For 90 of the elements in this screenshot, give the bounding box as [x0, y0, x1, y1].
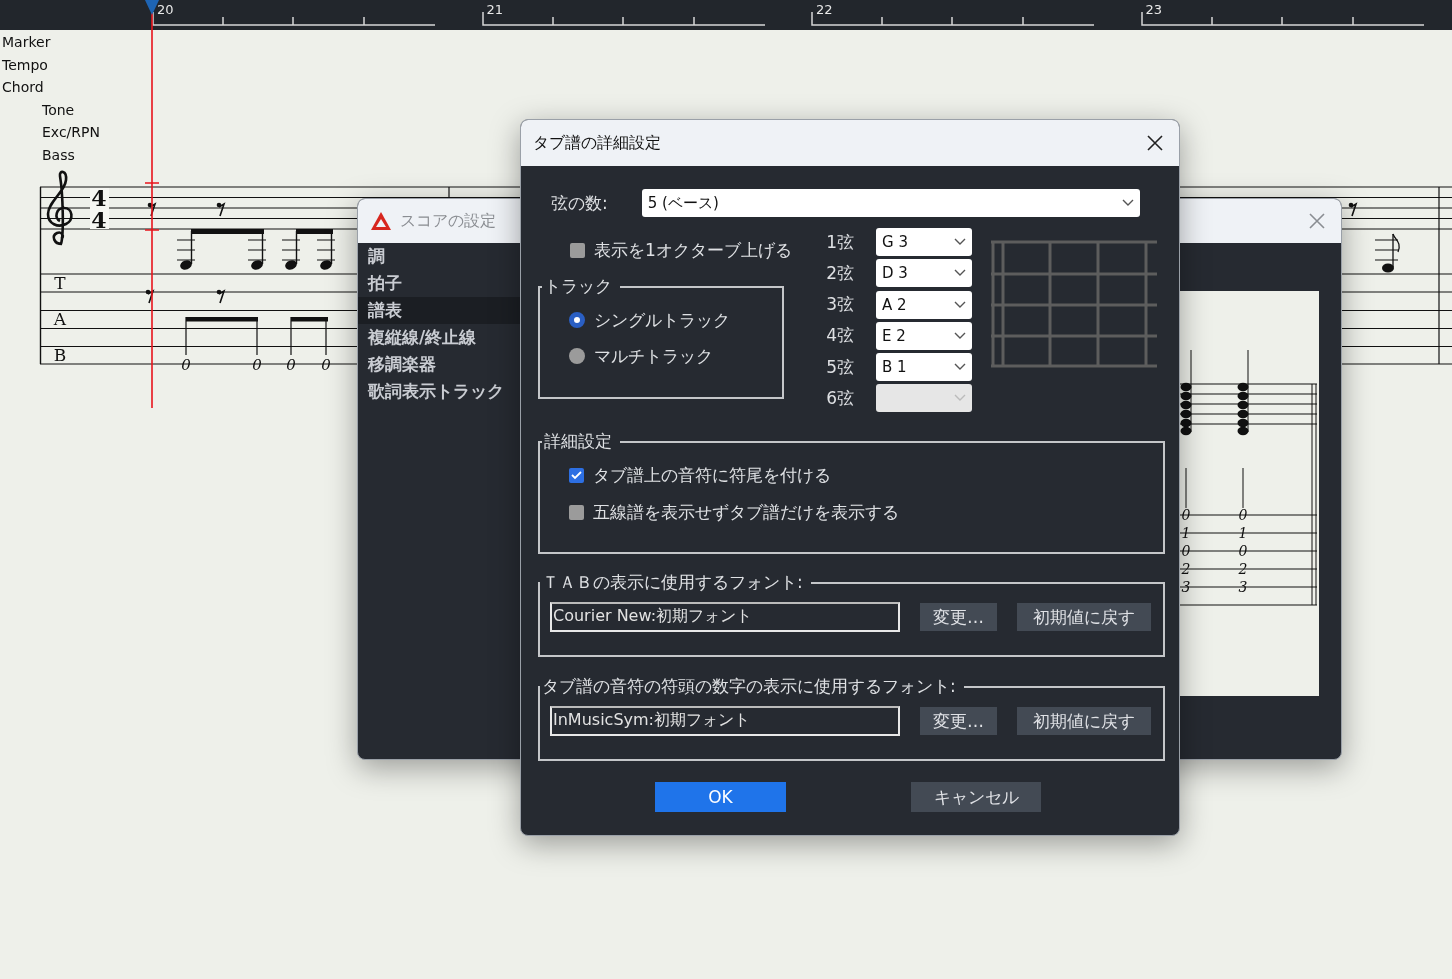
tuning-select[interactable]: B 1	[876, 353, 972, 382]
sidebar-item[interactable]: 拍子	[358, 270, 521, 297]
checkbox-label: 五線譜を表示せずタブ譜だけを表示する	[593, 501, 899, 525]
reset-button[interactable]: 初期値に戻す	[1017, 603, 1151, 632]
sidebar-item[interactable]: 歌詞表示トラック	[358, 378, 521, 405]
tab-number: 0	[1181, 507, 1191, 523]
chevron-down-icon	[954, 238, 966, 246]
group-legend: タブ譜の音符の符頭の数字の表示に使用するフォント:	[540, 675, 964, 699]
sidebar-item[interactable]: 複縦線/終止線	[358, 324, 521, 351]
measure-ruler[interactable]: 20 21 22 23	[0, 0, 1452, 30]
track-label: Chord	[1, 78, 44, 97]
eighth-note	[1374, 233, 1400, 273]
tab-number: 0	[1238, 543, 1248, 559]
tuning-select[interactable]: E 2	[876, 321, 972, 350]
string-count-label: 弦の数:	[551, 191, 608, 215]
tuning-select[interactable]: A 2	[876, 290, 972, 319]
checkbox[interactable]	[570, 243, 585, 258]
eighth-rest	[147, 202, 157, 217]
cancel-button[interactable]: キャンセル	[911, 782, 1041, 813]
checkbox-label: タブ譜上の音符に符尾を付ける	[593, 464, 831, 488]
sidebar-item[interactable]: 調	[358, 243, 521, 270]
reset-button[interactable]: 初期値に戻す	[1017, 707, 1151, 736]
font-field[interactable]: InMusicSym:初期フォント	[550, 706, 900, 737]
group-legend: トラック	[542, 275, 620, 298]
track-label: Tone	[41, 100, 75, 120]
checkbox[interactable]	[569, 505, 584, 521]
tab-number: 1	[1238, 525, 1248, 541]
tab-number: 2	[1238, 561, 1248, 577]
tab-number: 0	[1181, 543, 1191, 559]
tab-number: 1	[1181, 525, 1191, 541]
window-title: スコアの設定	[400, 210, 496, 232]
close-icon	[1147, 135, 1163, 151]
sidebar-item[interactable]: 移調楽器	[358, 351, 521, 378]
checkbox[interactable]	[569, 468, 584, 484]
tuning-select[interactable]: D 3	[876, 259, 972, 288]
eighth-rest	[145, 289, 155, 304]
eighth-rest	[1348, 202, 1358, 217]
radio-button[interactable]	[569, 348, 585, 364]
app-logo-icon	[370, 211, 392, 231]
tab-number: 3	[1238, 579, 1248, 595]
string-label: 4弦	[826, 324, 854, 348]
chevron-down-icon	[954, 269, 966, 278]
string-count-select[interactable]: 5 (ベース)	[641, 189, 1140, 217]
string-label: 5弦	[826, 355, 854, 379]
string-label: 3弦	[826, 293, 854, 317]
track-label: Tempo	[1, 55, 48, 75]
tab-number: 0	[1238, 507, 1248, 523]
measure-number: 21	[486, 2, 504, 17]
tab-clef-letter: B	[53, 345, 67, 365]
change-button[interactable]: 変更…	[920, 707, 997, 736]
tab-number: 0	[321, 356, 331, 374]
track-label: Exc/RPN	[41, 123, 100, 142]
tab-number: 2	[1181, 561, 1191, 577]
checkmark-icon	[571, 471, 582, 481]
chevron-down-icon	[954, 363, 966, 372]
tab-number: 3	[1181, 579, 1191, 595]
radio-button[interactable]	[569, 312, 585, 328]
tab-clef-letter: A	[53, 309, 67, 329]
group-legend: ＴＡＢの表示に使用するフォント:	[540, 571, 811, 595]
measure-number: 20	[157, 2, 174, 17]
measure-number: 22	[816, 2, 833, 17]
time-signature-ground	[90, 188, 109, 229]
string-label: 1弦	[826, 230, 854, 254]
ok-button[interactable]: OK	[655, 782, 786, 813]
dialog-title: タブ譜の詳細設定	[533, 132, 661, 154]
chevron-down-icon	[954, 300, 966, 309]
tab-clef-letter: T	[54, 273, 66, 293]
track-label: Marker	[1, 33, 51, 52]
chevron-down-icon	[954, 394, 966, 403]
chevron-down-icon	[954, 331, 966, 340]
sidebar-item[interactable]: 譜表	[358, 297, 521, 324]
eighth-rest	[216, 289, 226, 304]
tab-number: 0	[286, 356, 296, 374]
font-field[interactable]: Courier New:初期フォント	[550, 602, 900, 633]
tab-number: 0	[181, 356, 191, 374]
group-legend: 詳細設定	[542, 430, 620, 454]
tab-number: 0	[252, 356, 262, 374]
close-icon	[1309, 213, 1325, 229]
checkbox-label: 表示を1オクターブ上げる	[594, 239, 792, 262]
track-label: Bass	[41, 145, 75, 165]
string-label: 6弦	[826, 387, 854, 410]
string-label: 2弦	[826, 261, 854, 285]
radio-label: マルチトラック	[594, 344, 713, 368]
measure-number: 23	[1145, 2, 1163, 17]
radio-label: シングルトラック	[594, 308, 730, 332]
chevron-down-icon	[1121, 199, 1134, 207]
tuning-select[interactable]: G 3	[876, 228, 972, 256]
eighth-rest	[216, 202, 226, 217]
change-button[interactable]: 変更…	[920, 603, 997, 632]
treble-clef-icon	[46, 170, 73, 246]
